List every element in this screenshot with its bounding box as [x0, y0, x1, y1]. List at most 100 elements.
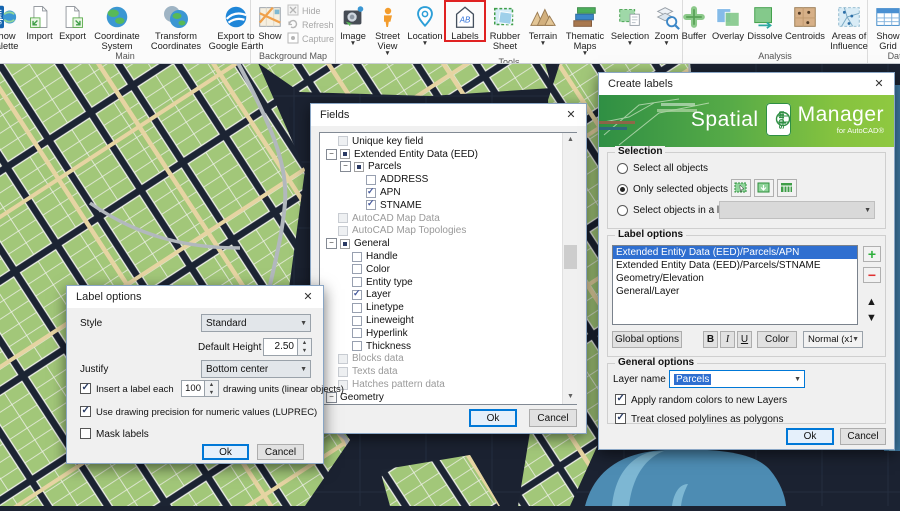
tree-checkbox[interactable]: [352, 290, 362, 300]
list-item[interactable]: General/Layer: [613, 285, 857, 298]
random-colors-checkbox[interactable]: [615, 394, 626, 405]
tree-checkbox[interactable]: [352, 316, 362, 326]
tree-item[interactable]: APN: [320, 186, 576, 199]
underline-button[interactable]: U: [737, 331, 752, 348]
closed-polylines-checkbox[interactable]: [615, 413, 626, 424]
image-button[interactable]: Image ▼: [336, 1, 370, 47]
fields-tree-scrollbar[interactable]: ▲ ▼: [562, 133, 578, 404]
tree-item[interactable]: Elevation: [320, 404, 576, 405]
tree-item[interactable]: AutoCAD Map Data: [320, 212, 576, 225]
tree-expander-icon[interactable]: −: [326, 149, 337, 160]
dissolve-button[interactable]: Dissolve: [746, 1, 784, 41]
tree-checkbox[interactable]: [366, 200, 376, 210]
fields-ok-button[interactable]: Ok: [469, 409, 517, 427]
add-field-button[interactable]: +: [863, 246, 881, 262]
move-down-icon[interactable]: ▼: [866, 313, 877, 324]
tree-item[interactable]: Blocks data: [320, 353, 576, 366]
tree-item[interactable]: AutoCAD Map Topologies: [320, 225, 576, 238]
spinner-arrows-icon[interactable]: ▲▼: [205, 380, 219, 397]
background-refresh-button[interactable]: Refresh: [287, 18, 334, 32]
tree-item[interactable]: Unique key field: [320, 135, 576, 148]
style-select[interactable]: Standard ▼: [201, 314, 311, 332]
background-capture-button[interactable]: Capture: [287, 32, 334, 46]
close-icon[interactable]: ✕: [293, 286, 323, 308]
create-labels-cancel-button[interactable]: Cancel: [840, 428, 886, 445]
show-palette-button[interactable]: spm Show Palette: [0, 1, 23, 51]
spinner-arrows-icon[interactable]: ▲▼: [298, 338, 312, 356]
tree-expander-icon[interactable]: −: [326, 238, 337, 249]
areas-of-influence-button[interactable]: Areas of Influence: [826, 1, 872, 51]
tree-expander-icon[interactable]: −: [340, 161, 351, 172]
tree-checkbox[interactable]: [352, 264, 362, 274]
insert-label-checkbox[interactable]: [80, 383, 91, 394]
tree-item[interactable]: Hyperlink: [320, 327, 576, 340]
tree-checkbox[interactable]: [338, 226, 348, 236]
label-options-titlebar[interactable]: Label options ✕: [67, 286, 323, 308]
location-dropdown-icon[interactable]: ▼: [422, 41, 428, 47]
select-all-radio[interactable]: [617, 163, 628, 174]
text-size-select[interactable]: Normal (x1) ▼: [803, 331, 863, 348]
coordinate-system-button[interactable]: Coordinate System: [89, 1, 145, 51]
tree-item[interactable]: Handle: [320, 250, 576, 263]
buffer-button[interactable]: Buffer: [678, 1, 710, 41]
create-labels-titlebar[interactable]: Create labels ✕: [599, 73, 894, 95]
layer-name-combobox[interactable]: Parcels ▼: [669, 370, 805, 388]
rubber-sheet-button[interactable]: Rubber Sheet: [485, 1, 525, 51]
tree-item[interactable]: Layer: [320, 289, 576, 302]
selection-dropdown-icon[interactable]: ▼: [627, 41, 633, 47]
tree-checkbox[interactable]: [366, 188, 376, 198]
close-icon[interactable]: ✕: [556, 104, 586, 126]
pick-objects-button[interactable]: [731, 179, 751, 197]
default-height-stepper[interactable]: 2.50 ▲▼: [263, 338, 312, 356]
italic-button[interactable]: I: [720, 331, 735, 348]
fields-tree[interactable]: Unique key field−Extended Entity Data (E…: [319, 132, 577, 405]
grid-selection-button[interactable]: [777, 179, 797, 197]
tree-checkbox[interactable]: [338, 136, 348, 146]
label-options-cancel-button[interactable]: Cancel: [257, 444, 304, 460]
image-dropdown-icon[interactable]: ▼: [350, 41, 356, 47]
tree-item[interactable]: Linetype: [320, 301, 576, 314]
tree-item[interactable]: Color: [320, 263, 576, 276]
scroll-thumb[interactable]: [564, 245, 577, 269]
color-button[interactable]: Color: [757, 331, 797, 348]
tree-checkbox[interactable]: [352, 341, 362, 351]
import-button[interactable]: Import: [23, 1, 56, 41]
scroll-up-icon[interactable]: ▲: [563, 133, 578, 147]
tree-checkbox[interactable]: [340, 239, 350, 249]
tree-checkbox[interactable]: [354, 162, 364, 172]
tree-checkbox[interactable]: [366, 175, 376, 185]
overlay-button[interactable]: Overlay: [710, 1, 746, 41]
mask-labels-checkbox[interactable]: [80, 428, 91, 439]
insert-distance-stepper[interactable]: 100 ▲▼: [181, 380, 219, 397]
terrain-dropdown-icon[interactable]: ▼: [540, 41, 546, 47]
tree-item[interactable]: −Extended Entity Data (EED): [320, 148, 576, 161]
move-up-icon[interactable]: ▲: [866, 297, 877, 308]
remove-field-button[interactable]: −: [863, 267, 881, 283]
labels-button[interactable]: AB Labels: [445, 1, 485, 41]
add-selection-button[interactable]: [754, 179, 774, 197]
list-item[interactable]: Extended Entity Data (EED)/Parcels/STNAM…: [613, 259, 857, 272]
tree-item[interactable]: STNAME: [320, 199, 576, 212]
tree-item[interactable]: Lineweight: [320, 314, 576, 327]
label-fields-listbox[interactable]: Extended Entity Data (EED)/Parcels/APNEx…: [612, 245, 858, 325]
tree-item[interactable]: Thickness: [320, 340, 576, 353]
background-show-button[interactable]: Show: [253, 1, 287, 41]
tree-item[interactable]: −General: [320, 237, 576, 250]
label-options-ok-button[interactable]: Ok: [202, 444, 249, 460]
fields-cancel-button[interactable]: Cancel: [529, 409, 577, 427]
global-options-button[interactable]: Global options: [612, 331, 682, 348]
tree-item[interactable]: −Geometry: [320, 391, 576, 404]
terrain-button[interactable]: Terrain ▼: [525, 1, 561, 47]
export-button[interactable]: Export: [56, 1, 89, 41]
justify-select[interactable]: Bottom center ▼: [201, 360, 311, 378]
create-labels-ok-button[interactable]: Ok: [786, 428, 834, 445]
tree-item[interactable]: ADDRESS: [320, 173, 576, 186]
tree-checkbox[interactable]: [340, 149, 350, 159]
tree-checkbox[interactable]: [352, 252, 362, 262]
location-button[interactable]: Location ▼: [405, 1, 445, 47]
background-hide-button[interactable]: Hide: [287, 4, 334, 18]
street-view-button[interactable]: Street View ▼: [370, 1, 405, 57]
tree-item[interactable]: Entity type: [320, 276, 576, 289]
thematic-maps-button[interactable]: Thematic Maps ▼: [561, 1, 609, 57]
scroll-down-icon[interactable]: ▼: [563, 390, 578, 404]
